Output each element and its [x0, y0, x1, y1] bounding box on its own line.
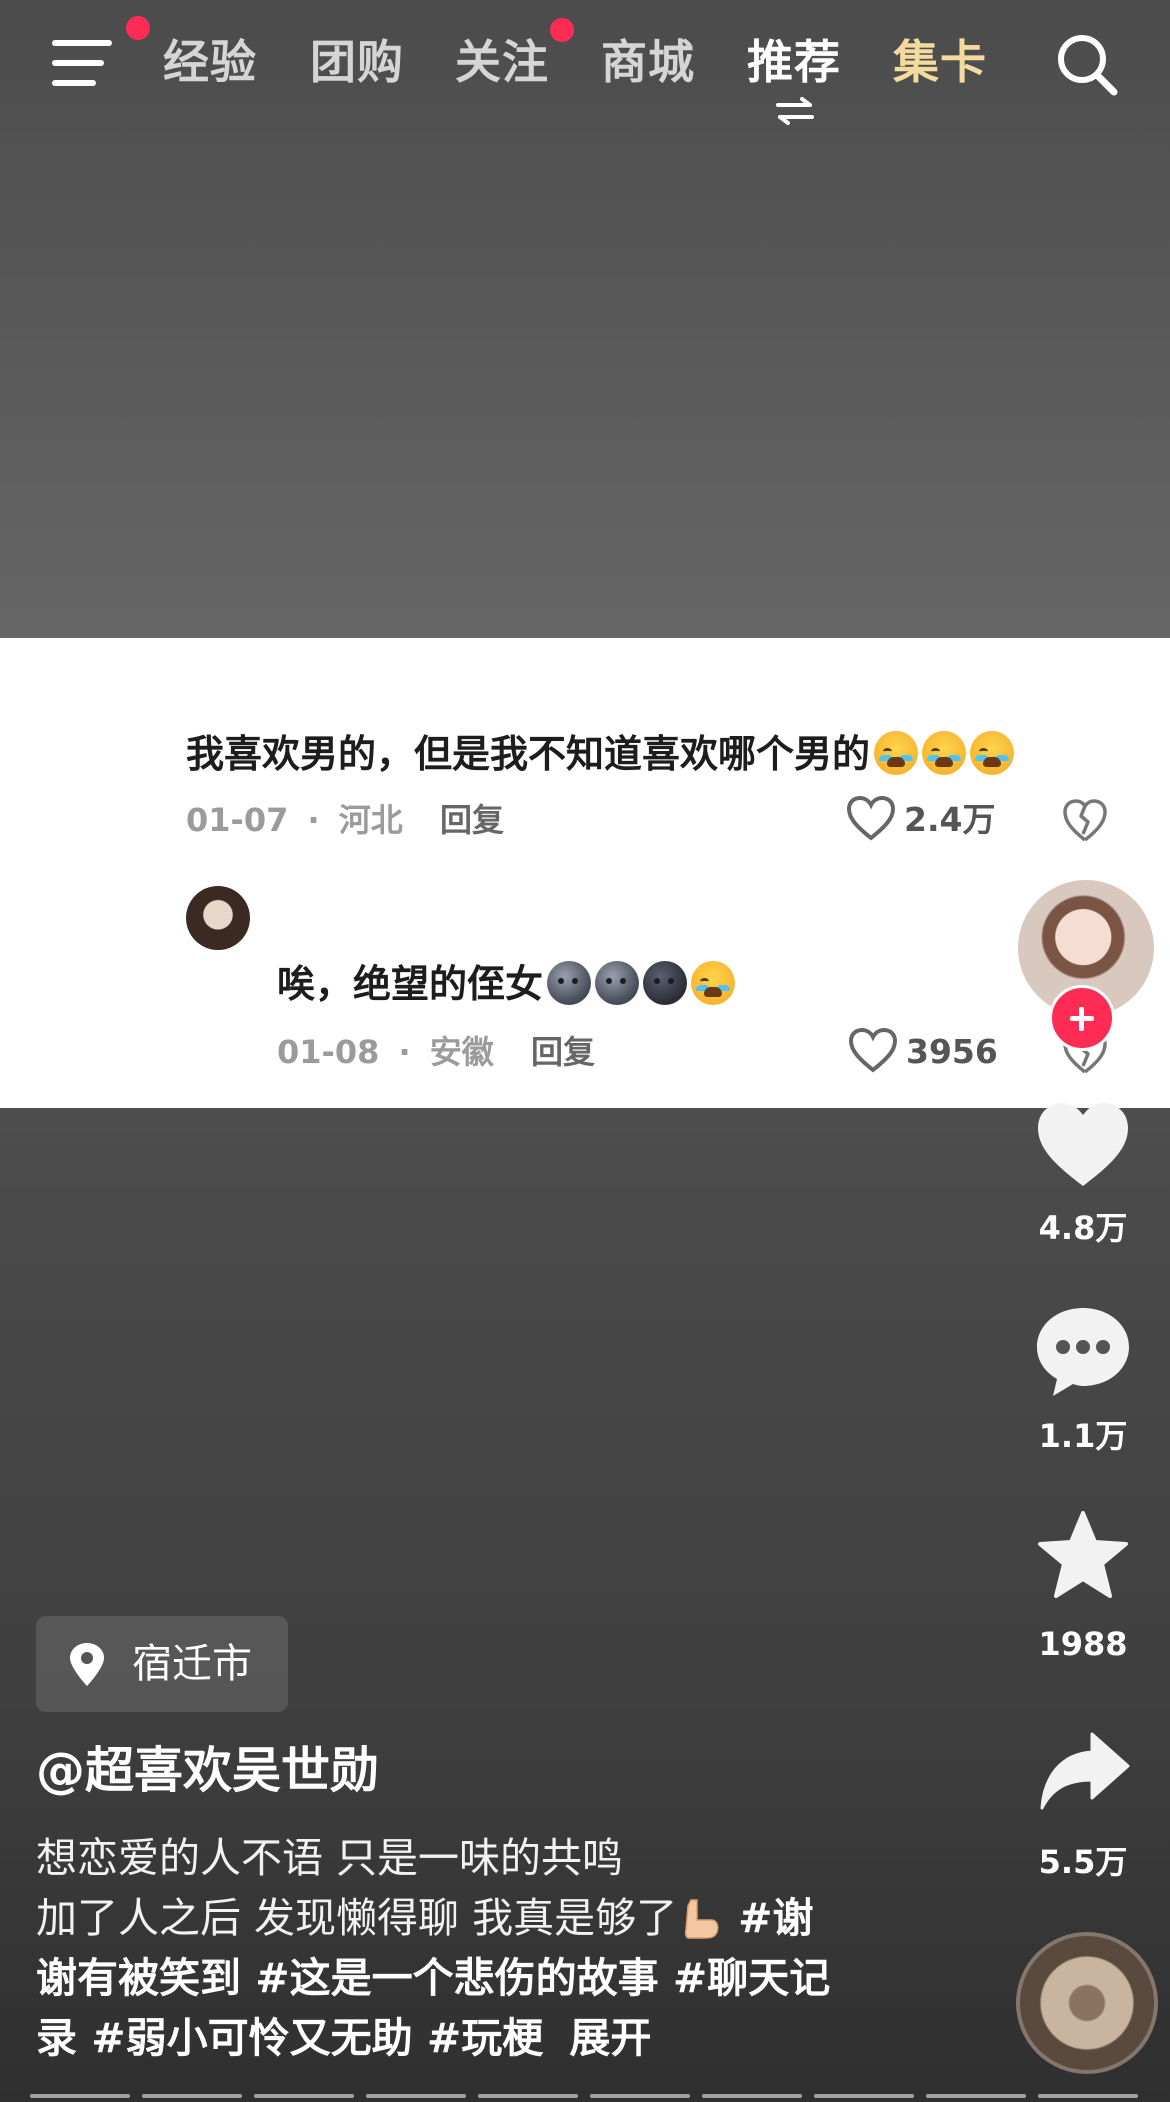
- share-count: 5.5万: [1038, 1843, 1128, 1881]
- dislike-broken-heart-icon: [1063, 799, 1107, 842]
- music-disc-avatar[interactable]: [1016, 1932, 1158, 2074]
- post-description: 想恋爱的人不语 只是一味的共鸣 加了人之后 发现懒得聊 我真是够了 #谢 谢有被…: [36, 1828, 896, 2068]
- tab-recommended[interactable]: 推荐: [747, 30, 841, 94]
- commenter-avatar: [186, 886, 250, 950]
- crying-face-emoji: [970, 731, 1015, 775]
- description-line: 加了人之后 发现懒得聊 我真是够了 #谢: [36, 1894, 814, 1942]
- new-moon-face-emoji: [595, 961, 640, 1005]
- follow-button[interactable]: [1049, 985, 1115, 1051]
- share-arrow-icon[interactable]: [1038, 1730, 1132, 1812]
- search-icon[interactable]: [1052, 30, 1122, 100]
- video-progress-bar[interactable]: [30, 2094, 1140, 2100]
- swap-arrows-icon[interactable]: [772, 96, 818, 126]
- reply-comment-text: 唉，绝望的侄女: [277, 958, 736, 1010]
- reply-comment-meta: 01-08 · 安徽: [277, 1033, 494, 1071]
- favorite-count: 1988: [1038, 1625, 1128, 1663]
- comment-meta: 01-07 · 河北: [186, 801, 403, 839]
- comment-screenshot-card: 我喜欢男的，但是我不知道喜欢哪个男的 01-07 · 河北 回复 2.4万 唉，…: [0, 638, 1170, 1108]
- expand-button[interactable]: 展开: [569, 2014, 651, 2062]
- flexed-biceps-emoji: [684, 1899, 719, 1939]
- reply-button: 回复: [531, 1033, 596, 1071]
- top-navigation: 经验 团购 关注 商城 推荐 集卡: [0, 0, 1170, 130]
- crying-face-emoji: [922, 731, 967, 775]
- heart-outline-icon: [848, 1028, 898, 1073]
- hashtag[interactable]: #谢: [738, 1894, 813, 1942]
- tab-following[interactable]: 关注: [455, 30, 549, 94]
- location-tag[interactable]: 宿迁市: [36, 1616, 288, 1712]
- hamburger-menu-icon[interactable]: [52, 36, 118, 90]
- author-name[interactable]: @超喜欢吴世勋: [36, 1740, 379, 1802]
- location-label: 宿迁市: [132, 1641, 252, 1687]
- tab-experience[interactable]: 经验: [163, 30, 257, 94]
- comment-like-count: 2.4万: [904, 800, 996, 839]
- reply-button: 回复: [440, 801, 505, 839]
- crying-face-emoji: [691, 961, 736, 1005]
- new-moon-face-emoji: [643, 961, 688, 1005]
- like-heart-icon[interactable]: [1034, 1100, 1132, 1190]
- comment-bubble-icon[interactable]: [1033, 1304, 1133, 1400]
- heart-outline-icon: [846, 796, 896, 841]
- crying-face-emoji: [874, 731, 919, 775]
- favorite-star-icon[interactable]: [1036, 1510, 1130, 1600]
- tab-collect-cards[interactable]: 集卡: [893, 30, 987, 94]
- like-count: 4.8万: [1038, 1209, 1128, 1247]
- comment-text: 我喜欢男的，但是我不知道喜欢哪个男的: [186, 728, 1015, 780]
- hashtag-line[interactable]: 录 #弱小可怜又无助 #玩梗: [36, 2014, 543, 2062]
- description-line: 想恋爱的人不语 只是一味的共鸣: [36, 1834, 624, 1882]
- hashtag-line[interactable]: 谢有被笑到 #这是一个悲伤的故事 #聊天记: [36, 1948, 896, 2008]
- tab-mall[interactable]: 商城: [601, 30, 695, 94]
- reply-like-count: 3956: [906, 1032, 998, 1071]
- comment-count: 1.1万: [1038, 1417, 1128, 1455]
- tab-group-buy[interactable]: 团购: [310, 30, 404, 94]
- location-pin-icon: [70, 1643, 104, 1686]
- new-moon-face-emoji: [547, 961, 592, 1005]
- menu-notification-dot: [126, 16, 150, 40]
- following-notification-dot: [550, 18, 574, 42]
